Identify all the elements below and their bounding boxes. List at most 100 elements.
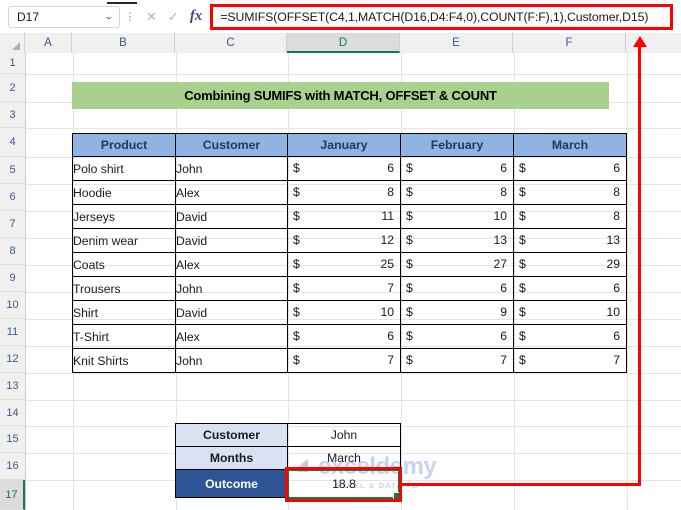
table-row[interactable]: Knit Shirts John $7 $7 $7 (72, 348, 627, 373)
cell-customer: Alex (175, 324, 288, 349)
amount: 13 (606, 233, 620, 247)
cancel-icon[interactable]: ✕ (146, 9, 157, 25)
row-header-16[interactable]: 16 (0, 453, 25, 480)
row-header-15[interactable]: 15 (0, 426, 25, 453)
row-header-14[interactable]: 14 (0, 400, 25, 426)
row-header-7[interactable]: 7 (0, 211, 25, 238)
cell-customer: John (175, 348, 288, 373)
row-header-8[interactable]: 8 (0, 238, 25, 265)
name-box-value: D17 (17, 9, 40, 24)
currency-symbol: $ (406, 329, 413, 343)
cell-march: $7 (513, 348, 627, 373)
column-header-d[interactable]: D (287, 33, 400, 53)
amount: 8 (500, 185, 507, 199)
column-header-b[interactable]: B (72, 33, 175, 53)
currency-symbol: $ (519, 257, 526, 271)
cell-march: $10 (513, 300, 627, 325)
currency-symbol: $ (406, 257, 413, 271)
cell-january: $11 (287, 204, 401, 229)
currency-symbol: $ (406, 353, 413, 367)
column-header-january: January (287, 133, 401, 157)
cell-february: $27 (400, 252, 514, 277)
formula-input[interactable]: =SUMIFS(OFFSET(C4,1,MATCH(D16,D4:F4,0),C… (213, 10, 648, 24)
column-header-customer: Customer (175, 133, 288, 157)
amount: 7 (387, 353, 394, 367)
amount: 10 (493, 209, 507, 223)
row-header-13[interactable]: 13 (0, 373, 25, 400)
row-header-5[interactable]: 5 (0, 157, 25, 184)
cell-product: Shirt (72, 300, 176, 325)
cell-february: $10 (400, 204, 514, 229)
currency-symbol: $ (519, 161, 526, 175)
cell-customer: Alex (175, 180, 288, 205)
currency-symbol: $ (293, 257, 300, 271)
column-header-february: February (400, 133, 514, 157)
table-row[interactable]: Coats Alex $25 $27 $29 (72, 252, 627, 277)
table-row[interactable]: Shirt David $10 $9 $10 (72, 300, 627, 325)
amount: 6 (613, 329, 620, 343)
currency-symbol: $ (293, 233, 300, 247)
result-label-customer: Customer (175, 423, 288, 447)
amount: 7 (387, 281, 394, 295)
formula-bar-grip[interactable]: ⋮ (123, 11, 137, 22)
currency-symbol: $ (293, 161, 300, 175)
annotation-arrow-up-icon (633, 36, 647, 47)
table-row[interactable]: Jerseys David $11 $10 $8 (72, 204, 627, 229)
amount: 6 (500, 161, 507, 175)
amount: 29 (606, 257, 620, 271)
row-header-12[interactable]: 12 (0, 346, 25, 373)
cell-product: Coats (72, 252, 176, 277)
column-header-a[interactable]: A (25, 33, 72, 53)
cell-january: $7 (287, 348, 401, 373)
confirm-icon[interactable]: ✓ (168, 9, 179, 25)
row-header-11[interactable]: 11 (0, 319, 25, 346)
cell-march: $13 (513, 228, 627, 253)
cell-january: $12 (287, 228, 401, 253)
table-row[interactable]: T-Shirt Alex $6 $6 $6 (72, 324, 627, 349)
cell-customer: Alex (175, 252, 288, 277)
cell-product: Jerseys (72, 204, 176, 229)
currency-symbol: $ (406, 209, 413, 223)
cell-customer: David (175, 300, 288, 325)
row-header-6[interactable]: 6 (0, 184, 25, 211)
annotation-line-bottom (400, 483, 641, 486)
column-header-e[interactable]: E (400, 33, 513, 53)
result-row-customer[interactable]: Customer John (175, 423, 401, 447)
cell-product: Hoodie (72, 180, 176, 205)
table-row[interactable]: Hoodie Alex $8 $8 $8 (72, 180, 627, 205)
chevron-down-icon[interactable]: ⌄ (104, 11, 115, 22)
amount: 12 (380, 233, 394, 247)
amount: 10 (606, 305, 620, 319)
table-row[interactable]: Denim wear David $12 $13 $13 (72, 228, 627, 253)
row-header-2[interactable]: 2 (0, 74, 25, 102)
currency-symbol: $ (406, 233, 413, 247)
row-header-9[interactable]: 9 (0, 265, 25, 292)
row-header-10[interactable]: 10 (0, 292, 25, 319)
row-header-1[interactable]: 1 (0, 53, 25, 74)
currency-symbol: $ (293, 353, 300, 367)
cell-march: $6 (513, 324, 627, 349)
currency-symbol: $ (293, 305, 300, 319)
table-row[interactable]: Polo shirt John $6 $6 $6 (72, 156, 627, 181)
amount: 27 (493, 257, 507, 271)
result-value-customer[interactable]: John (287, 423, 401, 447)
row-header-4[interactable]: 4 (0, 128, 25, 157)
result-label-months: Months (175, 446, 288, 470)
cell-product: Denim wear (72, 228, 176, 253)
currency-symbol: $ (293, 185, 300, 199)
table-row[interactable]: Trousers John $7 $6 $6 (72, 276, 627, 301)
column-header-f[interactable]: F (513, 33, 626, 53)
gridline-row-13 (26, 400, 681, 401)
select-all-corner[interactable] (0, 33, 25, 53)
row-header-3[interactable]: 3 (0, 102, 25, 128)
insert-function-icon[interactable]: fx (190, 8, 203, 25)
cell-march: $8 (513, 204, 627, 229)
amount: 6 (500, 281, 507, 295)
amount: 25 (380, 257, 394, 271)
row-header-17[interactable]: 17 (0, 480, 25, 510)
column-header-c[interactable]: C (175, 33, 287, 53)
outcome-highlight-box (285, 467, 402, 502)
amount: 7 (613, 353, 620, 367)
cell-january: $6 (287, 156, 401, 181)
name-box[interactable]: D17 ⌄ (8, 5, 120, 28)
